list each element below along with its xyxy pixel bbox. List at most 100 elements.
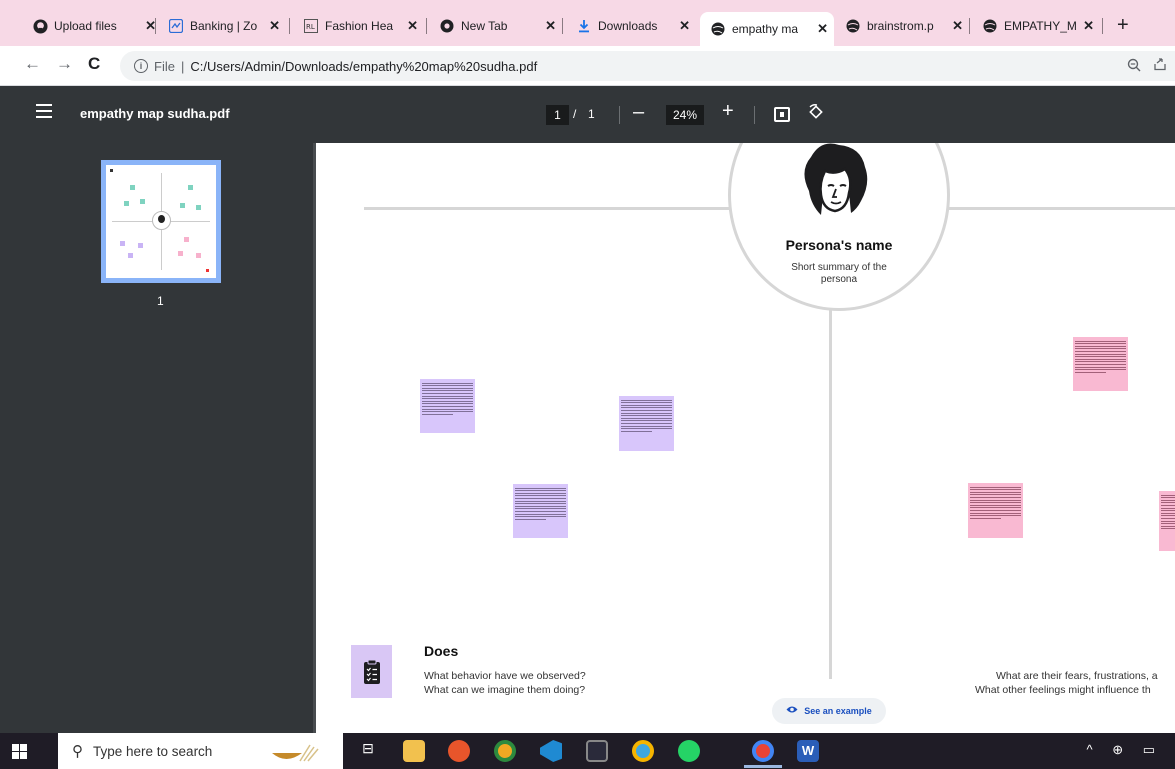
file-explorer-icon[interactable] [403, 740, 425, 762]
url-scheme: File [154, 58, 175, 74]
tab-title: empathy ma [732, 22, 799, 36]
thumbnail-page-label: 1 [157, 294, 164, 308]
reload-button[interactable]: C [88, 54, 100, 74]
thumbnail-preview [106, 165, 216, 278]
pdf-toolbar: empathy map sudha.pdf 1 / 1 – 24% + [0, 86, 1175, 143]
document-title: empathy map sudha.pdf [80, 106, 230, 121]
globe-icon [982, 18, 998, 34]
diya-icon [270, 741, 320, 763]
tab-empathy-m[interactable]: EMPATHY_M ✕ [972, 12, 1100, 40]
share-icon[interactable] [1153, 57, 1167, 74]
tab-fashion[interactable]: RL Fashion Hea ✕ [293, 12, 424, 40]
tab-divider [1102, 18, 1103, 34]
see-example-button[interactable]: See an example [772, 698, 886, 724]
download-icon [576, 18, 592, 34]
tab-title: Banking | Zo [190, 19, 258, 33]
tab-upload-files[interactable]: Upload files ✕ [22, 12, 162, 40]
sticky-note[interactable] [513, 484, 568, 538]
close-icon[interactable]: ✕ [952, 18, 963, 34]
chrome-active-icon[interactable] [752, 740, 774, 762]
close-icon[interactable]: ✕ [1083, 18, 1094, 34]
does-question-2: What can we imagine them doing? [424, 684, 586, 696]
tab-new-tab[interactable]: New Tab ✕ [429, 12, 562, 40]
does-question-1: What behavior have we observed? [424, 670, 586, 682]
back-button[interactable]: ← [24, 54, 41, 74]
zoom-in-button[interactable]: + [722, 100, 734, 123]
sticky-note[interactable] [619, 396, 674, 451]
sticky-note[interactable] [420, 379, 475, 433]
system-tray[interactable]: ^ ⊕ ▭ [1087, 742, 1164, 758]
tab-title: brainstrom.p [867, 19, 934, 33]
svg-text:RL: RL [306, 23, 315, 31]
zoom-icon[interactable] [1127, 58, 1141, 75]
tab-title: Downloads [598, 19, 658, 33]
tab-empathy-map[interactable]: empathy ma ✕ [700, 12, 834, 46]
zoom-out-button[interactable]: – [633, 101, 644, 124]
persona-summary: Short summary of the persona [791, 262, 887, 285]
tab-title: Upload files [54, 19, 117, 33]
does-title: Does [424, 643, 459, 659]
page-total: 1 [588, 107, 595, 121]
tab-divider [289, 18, 290, 34]
terminal-icon[interactable] [586, 740, 608, 762]
tab-divider [562, 18, 563, 34]
info-icon[interactable]: i [134, 59, 148, 73]
firefox-icon[interactable] [448, 740, 470, 762]
github-icon [32, 18, 48, 34]
tab-title: Fashion Hea [325, 19, 394, 33]
toolbar-divider [619, 106, 620, 124]
banking-icon [168, 18, 184, 34]
eye-icon [786, 705, 798, 717]
search-icon: ⚲ [72, 743, 83, 760]
word-icon[interactable]: W [797, 740, 819, 762]
search-placeholder: Type here to search [93, 743, 213, 759]
tab-brainstorm[interactable]: brainstrom.p ✕ [835, 12, 969, 40]
tab-downloads[interactable]: Downloads ✕ [566, 12, 696, 40]
globe-icon [710, 21, 726, 37]
feels-question-2: What other feelings might influence th [975, 684, 1151, 696]
page-separator: / [573, 107, 577, 121]
address-bar[interactable]: i File | C:/Users/Admin/Downloads/empath… [120, 51, 1175, 81]
zoom-level-input[interactable]: 24% [666, 105, 704, 125]
browser-toolbar: ← → C i File | C:/Users/Admin/Downloads/… [0, 46, 1175, 86]
divider-line [364, 207, 730, 210]
fashion-icon: RL [303, 18, 319, 34]
active-app-indicator [744, 765, 782, 768]
divider-line [948, 207, 1175, 210]
thumbnail-sidebar: 1 [0, 143, 313, 733]
tab-title: New Tab [461, 19, 508, 33]
close-icon[interactable]: ✕ [679, 18, 690, 34]
chrome-icon[interactable] [494, 740, 516, 762]
close-icon[interactable]: ✕ [407, 18, 418, 34]
persona-avatar-icon [795, 143, 875, 219]
page-thumbnail[interactable] [101, 160, 221, 283]
windows-start-icon[interactable] [12, 744, 27, 759]
close-icon[interactable]: ✕ [817, 21, 828, 37]
see-example-label: See an example [804, 706, 872, 716]
toolbar-divider [754, 106, 755, 124]
feels-question-1: What are their fears, frustrations, a [996, 670, 1158, 682]
fit-to-page-icon[interactable] [774, 107, 790, 122]
task-view-icon[interactable]: ⊟ [357, 740, 379, 762]
new-tab-button[interactable]: + [1117, 14, 1129, 37]
url-divider: | [180, 58, 185, 74]
sticky-note[interactable] [1073, 337, 1128, 391]
globe-icon [845, 18, 861, 34]
tab-divider [426, 18, 427, 34]
close-icon[interactable]: ✕ [269, 18, 280, 34]
rotate-icon[interactable] [807, 103, 825, 126]
divider-line [829, 309, 832, 679]
url-text: C:/Users/Admin/Downloads/empathy%20map%2… [190, 58, 538, 74]
forward-button[interactable]: → [56, 54, 73, 74]
pdf-page: Persona's name Short summary of the pers… [313, 143, 1175, 733]
sticky-note[interactable] [1159, 491, 1175, 551]
whatsapp-icon[interactable] [678, 740, 700, 762]
close-icon[interactable]: ✕ [545, 18, 556, 34]
menu-icon[interactable] [36, 104, 52, 118]
tab-banking[interactable]: Banking | Zo ✕ [158, 12, 286, 40]
taskbar: ⚲ Type here to search ⊟ W ^ ⊕ ▭ [0, 733, 1175, 769]
chrome-profile-icon[interactable] [632, 740, 654, 762]
page-number-input[interactable]: 1 [546, 105, 569, 125]
vscode-icon[interactable] [540, 740, 562, 762]
sticky-note[interactable] [968, 483, 1023, 538]
